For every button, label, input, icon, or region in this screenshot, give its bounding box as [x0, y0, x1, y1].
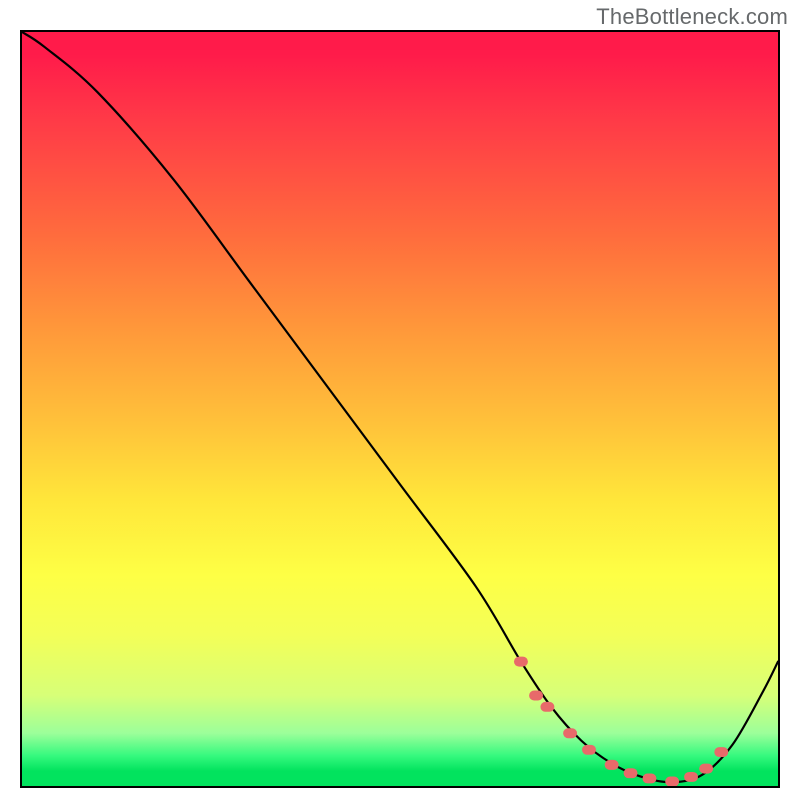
watermark-text: TheBottleneck.com	[596, 4, 788, 30]
bottleneck-curve	[22, 32, 778, 782]
marker-dot	[699, 764, 713, 774]
marker-dot	[529, 691, 543, 701]
plot-area	[20, 30, 780, 788]
marker-dot	[665, 777, 679, 786]
marker-dot	[563, 728, 577, 738]
marker-dot	[582, 745, 596, 755]
marker-dot	[624, 768, 638, 778]
chart-container: TheBottleneck.com	[0, 0, 800, 800]
marker-dot	[514, 657, 528, 667]
marker-dot	[714, 747, 728, 757]
marker-dot	[643, 773, 657, 783]
curve-markers	[514, 657, 728, 786]
marker-dot	[605, 760, 619, 770]
chart-svg	[22, 32, 778, 786]
marker-dot	[684, 772, 698, 782]
marker-dot	[540, 702, 554, 712]
